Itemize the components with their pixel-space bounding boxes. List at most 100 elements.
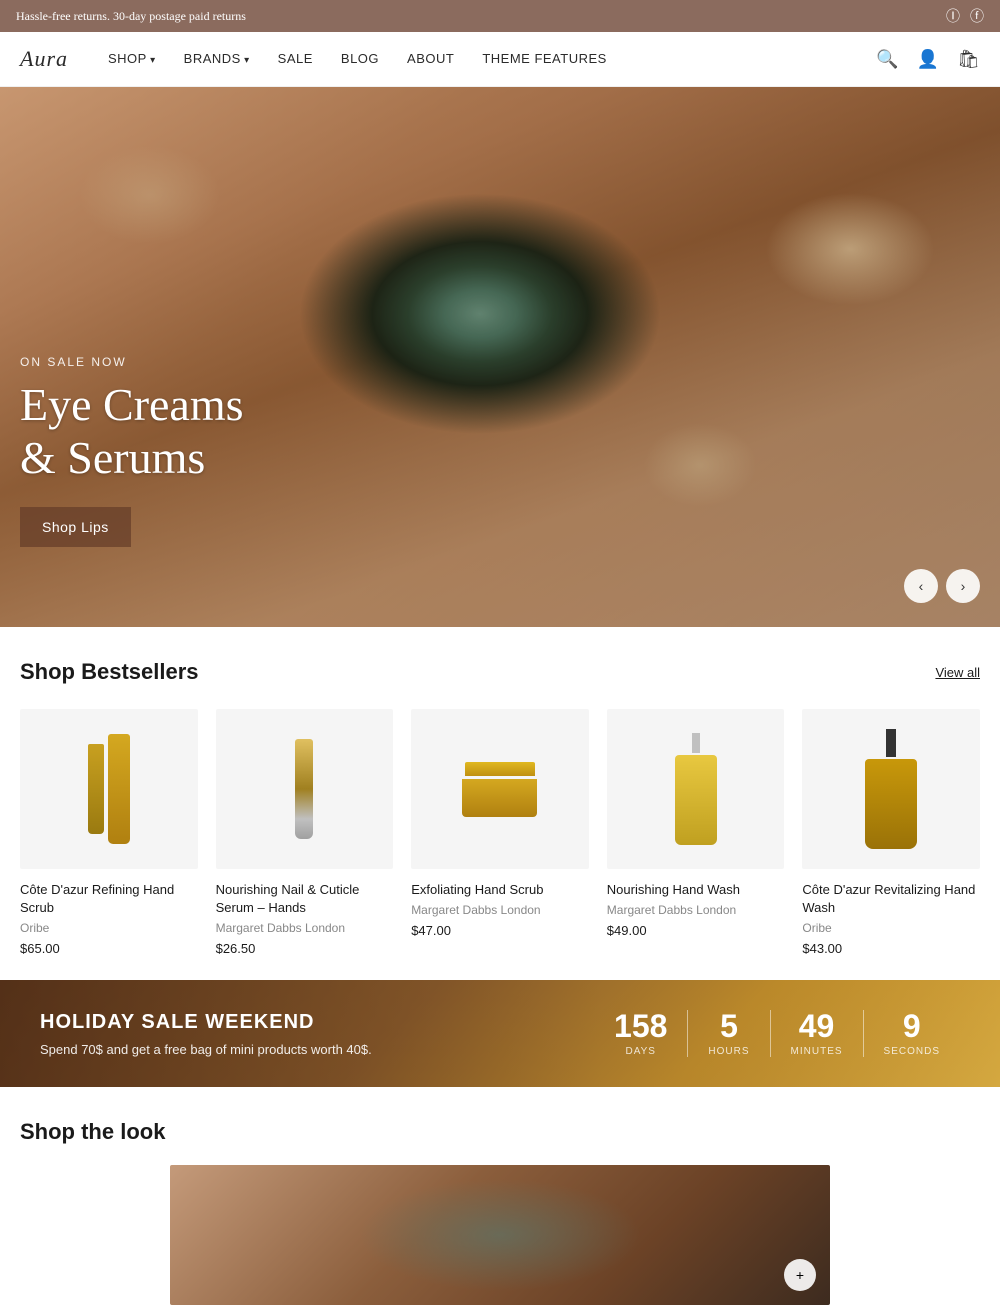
product-brand-5: Oribe — [802, 921, 980, 935]
cart-icon[interactable]: 🛍 — [957, 49, 980, 70]
product-name-1: Côte D'azur Refining Hand Scrub — [20, 881, 198, 917]
product-price-3: $47.00 — [411, 923, 589, 938]
search-icon[interactable]: 🔍 — [876, 49, 898, 70]
social-icons: Ⓘ ⓕ — [946, 6, 984, 26]
hero-section: ON SALE NOW Eye Creams & Serums Shop Lip… — [0, 87, 1000, 627]
product-visual-1 — [88, 734, 130, 844]
product-name-3: Exfoliating Hand Scrub — [411, 881, 589, 899]
nav-link-theme[interactable]: THEME FEATURES — [482, 51, 607, 66]
nav-link-sale[interactable]: SALE — [278, 51, 313, 66]
nav-links: SHOP BRANDS SALE BLOG ABOUT THEME FEATUR… — [108, 50, 876, 68]
shop-look-eye-overlay — [170, 1165, 830, 1305]
product-visual-2 — [295, 739, 313, 839]
pump-head-icon — [692, 733, 700, 753]
product-name-5: Côte D'azur Revitalizing Hand Wash — [802, 881, 980, 917]
nav-actions: 🔍 👤 🛍 — [876, 49, 980, 70]
product-image-1 — [20, 709, 198, 869]
product-brand-2: Margaret Dabbs London — [216, 921, 394, 935]
hero-content: ON SALE NOW Eye Creams & Serums Shop Lip… — [20, 355, 244, 547]
countdown-seconds: 9 SECONDS — [863, 1010, 960, 1057]
main-nav: Aura SHOP BRANDS SALE BLOG ABOUT THEME F… — [0, 32, 1000, 87]
facebook-icon[interactable]: ⓕ — [970, 6, 984, 26]
pump-body-icon — [675, 755, 717, 845]
jar-lid-icon — [465, 762, 535, 776]
nav-item-theme[interactable]: THEME FEATURES — [482, 50, 607, 68]
products-grid: Côte D'azur Refining Hand Scrub Oribe $6… — [20, 709, 980, 956]
hand-pump-body-icon — [865, 759, 917, 849]
sale-countdown: 158 DAYS 5 HOURS 49 MINUTES 9 SECONDS — [594, 1010, 960, 1057]
jar-body-icon — [462, 779, 537, 817]
nav-link-about[interactable]: ABOUT — [407, 51, 454, 66]
product-name-2: Nourishing Nail & Cuticle Serum – Hands — [216, 881, 394, 917]
product-image-5 — [802, 709, 980, 869]
nav-item-brands[interactable]: BRANDS — [184, 50, 250, 68]
bestsellers-section: Shop Bestsellers View all Côte D'azur Re… — [0, 627, 1000, 980]
product-visual-3 — [462, 762, 537, 817]
nav-link-brands[interactable]: BRANDS — [184, 51, 250, 66]
serum-tube-icon — [295, 739, 313, 839]
top-bar-message: Hassle-free returns. 30-day postage paid… — [16, 9, 246, 24]
hero-prev-arrow[interactable]: ‹ — [904, 569, 938, 603]
countdown-hours-num: 5 — [708, 1010, 749, 1042]
product-card-2[interactable]: Nourishing Nail & Cuticle Serum – Hands … — [216, 709, 394, 956]
product-visual-4 — [675, 733, 717, 845]
bestsellers-title: Shop Bestsellers — [20, 659, 199, 685]
hero-title-line1: Eye Creams — [20, 379, 244, 430]
hero-sale-label: ON SALE NOW — [20, 355, 244, 369]
product-visual-5 — [865, 729, 917, 849]
product-brand-3: Margaret Dabbs London — [411, 903, 589, 917]
shop-look-section: Shop the look + — [0, 1087, 1000, 1305]
sale-banner-subtitle: Spend 70$ and get a free bag of mini pro… — [40, 1042, 372, 1057]
product-name-4: Nourishing Hand Wash — [607, 881, 785, 899]
product-price-2: $26.50 — [216, 941, 394, 956]
sale-banner: HOLIDAY SALE WEEKEND Spend 70$ and get a… — [0, 980, 1000, 1087]
product-brand-4: Margaret Dabbs London — [607, 903, 785, 917]
product-image-2 — [216, 709, 394, 869]
top-bar: Hassle-free returns. 30-day postage paid… — [0, 0, 1000, 32]
countdown-days-label: DAYS — [614, 1046, 667, 1057]
nav-item-about[interactable]: ABOUT — [407, 50, 454, 68]
product-card-3[interactable]: Exfoliating Hand Scrub Margaret Dabbs Lo… — [411, 709, 589, 956]
account-icon[interactable]: 👤 — [917, 49, 939, 70]
nav-link-shop[interactable]: SHOP — [108, 51, 156, 66]
hero-title: Eye Creams & Serums — [20, 379, 244, 485]
hero-arrows: ‹ › — [904, 569, 980, 603]
tube-large-icon — [108, 734, 130, 844]
product-card-5[interactable]: Côte D'azur Revitalizing Hand Wash Oribe… — [802, 709, 980, 956]
shop-look-image: + — [170, 1165, 830, 1305]
product-card-1[interactable]: Côte D'azur Refining Hand Scrub Oribe $6… — [20, 709, 198, 956]
product-price-4: $49.00 — [607, 923, 785, 938]
view-all-link[interactable]: View all — [935, 665, 980, 680]
nav-item-shop[interactable]: SHOP — [108, 50, 156, 68]
countdown-hours: 5 HOURS — [687, 1010, 769, 1057]
product-image-4 — [607, 709, 785, 869]
nav-item-sale[interactable]: SALE — [278, 50, 313, 68]
product-image-3 — [411, 709, 589, 869]
countdown-days: 158 DAYS — [594, 1010, 687, 1057]
countdown-hours-label: HOURS — [708, 1046, 749, 1057]
site-logo[interactable]: Aura — [20, 46, 68, 72]
product-card-4[interactable]: Nourishing Hand Wash Margaret Dabbs Lond… — [607, 709, 785, 956]
pump-bottle-icon — [675, 733, 717, 845]
product-price-1: $65.00 — [20, 941, 198, 956]
countdown-days-num: 158 — [614, 1010, 667, 1042]
countdown-seconds-num: 9 — [884, 1010, 940, 1042]
hero-title-line2: & Serums — [20, 432, 205, 483]
bestsellers-header: Shop Bestsellers View all — [20, 659, 980, 685]
sale-banner-left: HOLIDAY SALE WEEKEND Spend 70$ and get a… — [40, 1011, 372, 1057]
shop-look-title: Shop the look — [20, 1119, 980, 1145]
countdown-minutes-label: MINUTES — [791, 1046, 843, 1057]
countdown-minutes-num: 49 — [791, 1010, 843, 1042]
nav-link-blog[interactable]: BLOG — [341, 51, 379, 66]
tube-small-icon — [88, 744, 104, 834]
hand-pump-bottle-icon — [865, 729, 917, 849]
sale-banner-title: HOLIDAY SALE WEEKEND — [40, 1011, 372, 1034]
instagram-icon[interactable]: Ⓘ — [946, 6, 960, 26]
hero-cta-button[interactable]: Shop Lips — [20, 507, 131, 547]
hero-next-arrow[interactable]: › — [946, 569, 980, 603]
hand-pump-head-icon — [886, 729, 896, 757]
product-price-5: $43.00 — [802, 941, 980, 956]
nav-item-blog[interactable]: BLOG — [341, 50, 379, 68]
countdown-minutes: 49 MINUTES — [770, 1010, 863, 1057]
product-brand-1: Oribe — [20, 921, 198, 935]
